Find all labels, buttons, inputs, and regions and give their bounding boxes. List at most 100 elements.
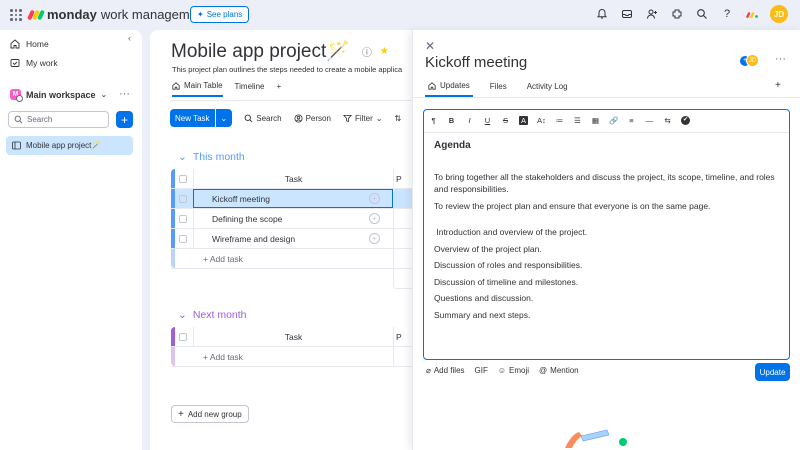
row-checkbox[interactable] <box>179 235 187 243</box>
sidebar-item-my-work[interactable]: My work <box>10 58 58 68</box>
align-icon[interactable]: ≡ <box>627 116 636 125</box>
tab-files[interactable]: Files <box>487 82 510 96</box>
search-icon[interactable] <box>695 7 709 21</box>
workspace-menu-icon[interactable]: ··· <box>119 88 130 100</box>
table-row[interactable]: Wireframe and design + <box>171 229 412 249</box>
agenda-item: Questions and discussion. <box>434 293 534 303</box>
new-task-button[interactable]: New Task ⌄ <box>170 109 233 127</box>
tab-timeline[interactable]: Timeline <box>235 82 265 96</box>
task-name-cell[interactable]: Kickoff meeting <box>193 189 393 208</box>
plus-icon: + <box>276 82 282 91</box>
chevron-down-icon: ⌄ <box>178 151 187 163</box>
item-menu-icon[interactable]: ··· <box>775 53 786 65</box>
italic-icon[interactable]: I <box>465 116 474 125</box>
bell-icon[interactable] <box>595 7 609 21</box>
add-update-icon[interactable]: + <box>369 193 380 204</box>
add-item-button[interactable]: + <box>116 111 133 128</box>
task-name-cell[interactable]: Defining the scope <box>193 209 393 228</box>
add-tab-button[interactable]: + <box>775 80 781 91</box>
gif-button[interactable]: GIF <box>475 366 488 375</box>
underline-icon[interactable]: U <box>483 116 492 125</box>
sidebar-item-board[interactable]: Mobile app project🪄 <box>6 136 133 155</box>
chevron-down-icon[interactable]: ⌄ <box>214 109 233 127</box>
update-button[interactable]: Update <box>755 363 790 381</box>
mention-button[interactable]: @ Mention <box>539 366 579 375</box>
person-filter-button[interactable]: Person <box>294 114 331 123</box>
update-editor[interactable]: ¶ B I U S A A↕ ≔ ☰ ▦ 🔗 ≡ — ⇆ ✔ Agenda To… <box>423 109 790 360</box>
workspace-badge: M <box>10 89 23 102</box>
column-header-person[interactable]: P <box>393 327 412 346</box>
table-icon[interactable]: ▦ <box>591 116 600 125</box>
sidebar-item-home[interactable]: Home <box>10 39 49 49</box>
add-task-input[interactable]: + Add task <box>193 347 393 366</box>
link-icon[interactable]: 🔗 <box>609 116 618 125</box>
info-icon[interactable]: ⓘ <box>362 44 372 59</box>
monday-apps-icon[interactable] <box>745 7 759 21</box>
inbox-icon[interactable] <box>620 7 634 21</box>
invite-members-icon[interactable] <box>645 7 659 21</box>
item-title[interactable]: Kickoff meeting <box>425 54 527 71</box>
bold-icon[interactable]: B <box>447 116 456 125</box>
subscribers[interactable]: + JD <box>740 54 759 67</box>
emoji-button[interactable]: ☺ Emoji <box>498 366 529 375</box>
tab-updates[interactable]: Updates <box>425 81 473 97</box>
monday-logo[interactable]: monday work management <box>27 7 208 22</box>
table-header-row: Task P <box>171 327 412 347</box>
divider <box>413 97 800 98</box>
user-avatar[interactable]: JD <box>770 5 788 23</box>
table-header-row: Task P <box>171 169 412 189</box>
see-plans-button[interactable]: ✦ See plans <box>190 6 250 23</box>
column-header-task[interactable]: Task <box>193 169 393 188</box>
table-row[interactable]: Kickoff meeting + <box>171 189 412 209</box>
text-color-icon[interactable]: A <box>519 116 528 125</box>
numbered-list-icon[interactable]: ≔ <box>555 116 564 125</box>
select-all-checkbox[interactable] <box>179 175 187 183</box>
close-icon[interactable]: ✕ <box>425 39 435 53</box>
row-checkbox[interactable] <box>179 195 187 203</box>
add-task-row[interactable]: + Add task <box>171 249 412 269</box>
search-button[interactable]: Search <box>244 114 282 123</box>
column-header-person[interactable]: P <box>393 169 412 188</box>
group-title-next-month[interactable]: ⌄ Next month <box>178 309 247 321</box>
divider-icon[interactable]: — <box>645 116 654 125</box>
checklist-icon[interactable]: ✔ <box>681 116 690 125</box>
emoji-icon: ☺ <box>497 366 507 375</box>
font-size-icon[interactable]: A↕ <box>537 116 546 125</box>
person-cell[interactable] <box>393 189 412 208</box>
workspace-selector[interactable]: M Main workspace ⌄ <box>10 89 107 102</box>
add-new-group-button[interactable]: + Add new group <box>171 405 249 423</box>
tab-activity-log[interactable]: Activity Log <box>524 82 571 96</box>
tab-main-table[interactable]: Main Table <box>172 81 223 97</box>
paragraph-icon[interactable]: ¶ <box>429 116 438 125</box>
sidebar-search-input[interactable]: Search <box>8 111 109 128</box>
row-checkbox[interactable] <box>179 215 187 223</box>
add-task-input[interactable]: + Add task <box>193 249 393 268</box>
board-area: Mobile app project🪄 ⓘ ★ This project pla… <box>150 30 412 450</box>
help-icon[interactable]: ? <box>720 7 734 21</box>
column-header-task[interactable]: Task <box>193 327 393 346</box>
task-name-cell[interactable]: Wireframe and design <box>193 229 393 248</box>
app-switcher-icon[interactable] <box>10 9 22 21</box>
top-bar: monday work management ✦ See plans ? JD <box>0 0 800 30</box>
select-all-checkbox[interactable] <box>179 333 187 341</box>
strikethrough-icon[interactable]: S <box>501 116 510 125</box>
sort-button[interactable]: ⇅ <box>394 114 401 123</box>
board-toolbar: New Task ⌄ Search Person Filter ⌄ ⇅ <box>170 109 401 127</box>
filter-button[interactable]: Filter ⌄ <box>342 114 382 123</box>
star-icon[interactable]: ★ <box>380 46 389 57</box>
add-update-icon[interactable]: + <box>369 233 380 244</box>
person-cell[interactable] <box>393 209 412 228</box>
add-update-icon[interactable]: + <box>369 213 380 224</box>
collapse-sidebar-icon[interactable]: ‹ <box>128 33 131 43</box>
add-task-row[interactable]: + Add task <box>171 347 412 367</box>
search-icon <box>244 114 253 122</box>
apps-icon[interactable] <box>670 7 684 21</box>
table-row[interactable]: Defining the scope + <box>171 209 412 229</box>
group-title-this-month[interactable]: ⌄ This month <box>178 151 245 163</box>
add-files-button[interactable]: ⌀ Add files <box>426 366 465 375</box>
add-view-button[interactable]: + <box>276 82 281 96</box>
editor-content[interactable]: Agenda To bring together all the stakeho… <box>434 140 779 325</box>
person-cell[interactable] <box>393 229 412 248</box>
direction-icon[interactable]: ⇆ <box>663 116 672 125</box>
bullet-list-icon[interactable]: ☰ <box>573 116 582 125</box>
